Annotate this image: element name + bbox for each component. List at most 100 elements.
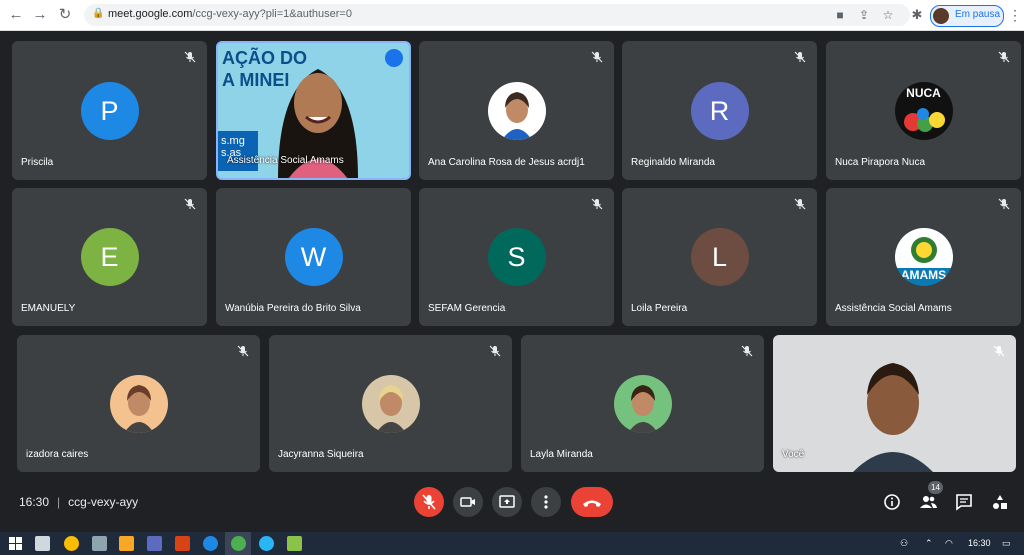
avatar [361, 374, 420, 433]
meeting-code: ccg-vexy-ayy [68, 495, 139, 509]
phone-hangup-icon [583, 500, 601, 507]
participant-tile[interactable]: izadora caires [17, 335, 260, 472]
avatar [109, 374, 168, 433]
more-icon[interactable]: ⋮ [1008, 6, 1022, 24]
mic-off-icon [741, 345, 753, 357]
avatar: R [690, 81, 749, 140]
participant-tile[interactable]: S SEFAM Gerencia [419, 188, 614, 326]
task-view-icon[interactable] [35, 536, 50, 551]
mic-off-icon [184, 198, 196, 210]
clock-text: 16:30 [19, 495, 50, 509]
activities-icon[interactable] [990, 492, 1010, 512]
participant-tile[interactable]: AÇÃO DO A MINEI s.mg s.as Assistência Soci… [216, 41, 411, 180]
participant-tile[interactable]: Ana Carolina Rosa de Jesus acrdj1 [419, 41, 614, 180]
extensions-icon[interactable]: ✱ [908, 6, 926, 24]
taskbar-clock[interactable]: 16:30 [968, 538, 991, 548]
people-icon[interactable] [918, 492, 938, 512]
mic-off-icon [184, 51, 196, 63]
participants-count-badge: 14 [928, 481, 943, 494]
mic-off-icon [998, 198, 1010, 210]
profile-label: Em pausa [955, 9, 1001, 20]
more-options-button[interactable] [531, 487, 561, 517]
chrome-active-icon[interactable] [231, 536, 246, 551]
leave-call-button[interactable] [571, 487, 613, 517]
participant-name: izadora caires [26, 449, 89, 460]
participant-tile[interactable]: Layla Miranda [521, 335, 764, 472]
participant-name: Você [782, 449, 805, 460]
participant-tile[interactable]: AMAMS Assistência Social Amams [826, 188, 1021, 326]
app-icon[interactable] [287, 536, 302, 551]
participant-name: Assistência Social Amams [227, 155, 344, 166]
participant-name: Layla Miranda [530, 449, 593, 460]
mic-off-icon [489, 345, 501, 357]
powerpoint-icon[interactable] [175, 536, 190, 551]
profile-chip[interactable]: Em pausa [930, 5, 1004, 27]
url-text[interactable]: meet.google.com/ccg-vexy-ayy?pli=1&authu… [108, 8, 352, 20]
lock-icon[interactable]: 🔒 [92, 8, 104, 20]
participant-name: Reginaldo Miranda [631, 157, 715, 168]
notification-icon[interactable]: ▭ [1002, 538, 1011, 549]
mic-off-icon [591, 51, 603, 63]
mic-off-icon [591, 198, 603, 210]
info-icon[interactable] [882, 492, 902, 512]
avatar [613, 374, 672, 433]
participant-tile[interactable]: P Priscila [12, 41, 207, 180]
address-bar[interactable]: 🔒 meet.google.com/ccg-vexy-ayy?pli=1&aut… [84, 4, 910, 26]
os-taskbar: ⚇ ⌃ ◠ 16:30 ▭ [0, 532, 1024, 555]
chrome-icon[interactable] [64, 536, 79, 551]
participant-name: Assistência Social Amams [835, 303, 952, 314]
avatar: AMAMS [894, 228, 953, 286]
wifi-icon[interactable]: ◠ [945, 538, 953, 549]
back-icon[interactable]: ← [6, 5, 26, 25]
camera-toggle-button[interactable] [453, 487, 483, 517]
self-video [853, 363, 933, 472]
participant-name: Nuca Pirapora Nuca [835, 157, 926, 168]
mic-off-icon [237, 345, 249, 357]
forward-icon[interactable]: → [30, 5, 50, 25]
participant-tile[interactable]: Jacyranna Siqueira [269, 335, 512, 472]
teams-icon[interactable] [147, 536, 162, 551]
chat-icon[interactable] [954, 492, 974, 512]
participant-tile[interactable]: R Reginaldo Miranda [622, 41, 817, 180]
present-screen-button[interactable] [492, 487, 522, 517]
browser-toolbar: ← → ↻ 🔒 meet.google.com/ccg-vexy-ayy?pli… [0, 0, 1024, 31]
avatar [487, 81, 546, 140]
avatar: NUCA [894, 81, 953, 140]
people-tray-icon[interactable]: ⚇ [900, 538, 908, 549]
participant-name: Priscila [21, 157, 54, 168]
camera-icon[interactable]: ■ [832, 7, 848, 23]
participant-tile[interactable]: W Wanúbia Pereira do Brito Silva [216, 188, 411, 326]
present-icon [499, 495, 515, 508]
chevron-up-icon[interactable]: ⌃ [925, 538, 933, 549]
participant-tile[interactable]: Você [773, 335, 1016, 472]
app-icon[interactable] [92, 536, 107, 551]
mic-off-icon [794, 198, 806, 210]
windows-start-icon[interactable] [8, 536, 23, 551]
participant-tile[interactable]: NUCA Nuca Pirapora Nuca [826, 41, 1021, 180]
avatar: E [80, 228, 139, 286]
avatar: S [487, 228, 546, 286]
reload-icon[interactable]: ↻ [55, 5, 75, 25]
file-explorer-icon[interactable] [119, 536, 134, 551]
avatar [933, 8, 949, 24]
participant-name: SEFAM Gerencia [428, 303, 506, 314]
mic-off-icon [998, 51, 1010, 63]
avatar: W [284, 228, 343, 286]
meeting-time: 16:30 | ccg-vexy-ayy [19, 495, 139, 509]
video-camera-icon [460, 497, 475, 507]
participant-tile[interactable]: L Loila Pereira [622, 188, 817, 326]
participant-name: Loila Pereira [631, 303, 688, 314]
star-icon[interactable]: ☆ [880, 7, 896, 23]
skype-icon[interactable] [259, 536, 274, 551]
avatar: P [80, 81, 139, 140]
speaking-indicator-icon [385, 49, 403, 67]
participant-tile[interactable]: E EMANUELY [12, 188, 207, 326]
mic-off-icon [422, 494, 436, 510]
edge-icon[interactable] [203, 536, 218, 551]
share-icon[interactable]: ⇪ [856, 7, 872, 23]
participant-name: EMANUELY [21, 303, 76, 314]
microphone-toggle-button[interactable] [414, 487, 444, 517]
more-vert-icon [544, 495, 548, 509]
avatar: L [690, 228, 749, 286]
participant-name: Ana Carolina Rosa de Jesus acrdj1 [428, 157, 585, 168]
